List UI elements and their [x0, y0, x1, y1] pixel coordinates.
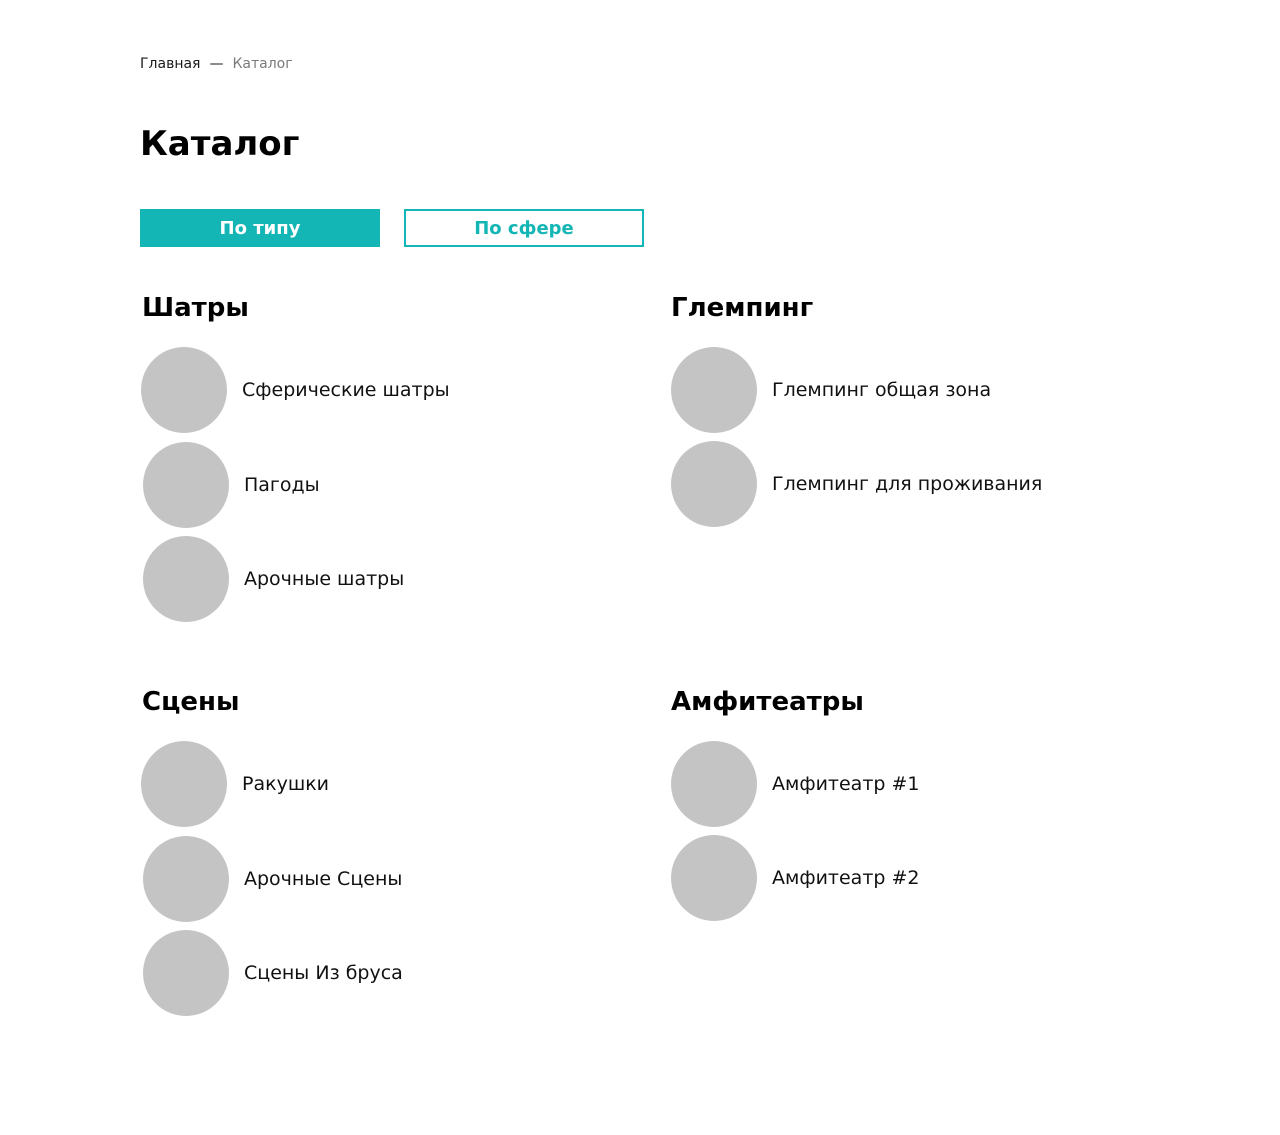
breadcrumb-separator: — — [209, 56, 224, 72]
breadcrumb: Главная — Каталог — [140, 55, 293, 73]
catalog-item[interactable]: Пагоды — [143, 442, 320, 528]
page-title: Каталог — [140, 124, 300, 164]
item-thumbnail — [671, 835, 757, 921]
tab-by-sphere[interactable]: По сфере — [404, 209, 644, 247]
section-title: Сцены — [142, 687, 240, 717]
item-label: Сферические шатры — [242, 379, 450, 401]
item-label: Глемпинг общая зона — [772, 379, 992, 401]
item-thumbnail — [671, 741, 757, 827]
item-label: Арочные Сцены — [244, 868, 403, 890]
section-title: Глемпинг — [671, 293, 814, 323]
item-label: Пагоды — [244, 474, 320, 496]
catalog-item[interactable]: Ракушки — [141, 741, 329, 827]
item-label: Арочные шатры — [244, 568, 405, 590]
catalog-item[interactable]: Амфитеатр #2 — [671, 835, 920, 921]
item-thumbnail — [143, 442, 229, 528]
item-label: Ракушки — [242, 773, 330, 795]
tab-by-type[interactable]: По типу — [140, 209, 380, 247]
item-thumbnail — [141, 741, 227, 827]
item-label: Глемпинг для проживания — [772, 473, 1043, 495]
section-title: Шатры — [142, 293, 249, 323]
item-label: Амфитеатр #1 — [772, 773, 920, 795]
catalog-item[interactable]: Арочные Сцены — [143, 836, 402, 922]
item-thumbnail — [143, 536, 229, 622]
item-thumbnail — [143, 836, 229, 922]
catalog-item[interactable]: Амфитеатр #1 — [671, 741, 920, 827]
item-thumbnail — [141, 347, 227, 433]
catalog-item[interactable]: Глемпинг общая зона — [671, 347, 991, 433]
item-label: Сцены Из бруса — [244, 962, 403, 984]
breadcrumb-home-link[interactable]: Главная — [140, 56, 200, 72]
catalog-item[interactable]: Глемпинг для проживания — [671, 441, 1042, 527]
item-thumbnail — [143, 930, 229, 1016]
item-thumbnail — [671, 441, 757, 527]
catalog-item[interactable]: Сцены Из бруса — [143, 930, 403, 1016]
section-title: Амфитеатры — [671, 687, 864, 717]
catalog-item[interactable]: Сферические шатры — [141, 347, 450, 433]
catalog-item[interactable]: Арочные шатры — [143, 536, 404, 622]
breadcrumb-current: Каталог — [232, 56, 293, 72]
item-thumbnail — [671, 347, 757, 433]
item-label: Амфитеатр #2 — [772, 867, 920, 889]
